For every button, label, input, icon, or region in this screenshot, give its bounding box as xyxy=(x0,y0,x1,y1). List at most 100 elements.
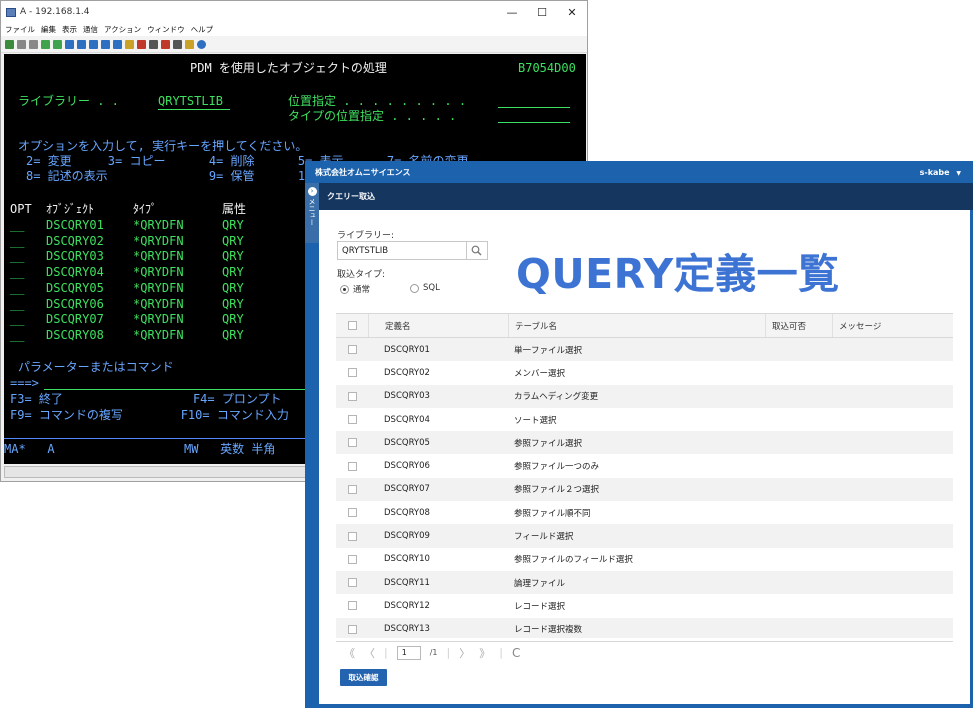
table-row[interactable]: DSCQRY12 レコード選択 xyxy=(336,594,953,618)
toolbar-copy-icon[interactable] xyxy=(17,39,26,49)
row-checkbox[interactable] xyxy=(347,391,357,401)
first-page-icon[interactable]: 《 xyxy=(344,645,355,661)
col-name[interactable]: 定義名 xyxy=(368,314,508,337)
type-position-label: タイプの位置指定 . . . . . xyxy=(288,109,457,123)
opt-field[interactable]: __ xyxy=(10,297,24,312)
table-row[interactable]: DSCQRY05 参照ファイル選択 xyxy=(336,431,953,455)
menu-help[interactable]: ヘルプ xyxy=(191,24,214,35)
table-row[interactable]: DSCQRY08 参照ファイル順不同 xyxy=(336,501,953,525)
table-row[interactable]: DSCQRY01 単一ファイル選択 xyxy=(336,338,953,362)
table-row[interactable]: DSCQRY07 参照ファイル２つ選択 xyxy=(336,477,953,502)
opt-field[interactable]: __ xyxy=(10,281,24,296)
col-importable[interactable]: 取込可否 xyxy=(765,314,832,337)
toolbar-display-icon[interactable] xyxy=(77,39,86,49)
row-checkbox[interactable] xyxy=(347,484,357,494)
col-table[interactable]: テーブル名 xyxy=(508,314,765,337)
next-page-icon[interactable]: 〉 xyxy=(459,645,470,661)
row-checkbox[interactable] xyxy=(347,554,357,564)
row-checkbox[interactable] xyxy=(347,624,357,634)
row-checkbox[interactable] xyxy=(347,345,357,355)
type-position-field[interactable] xyxy=(498,109,570,123)
toolbar-settings-icon[interactable] xyxy=(101,39,110,49)
table-row[interactable]: DSCQRY04 ソート選択 xyxy=(336,407,953,432)
opt-field[interactable]: __ xyxy=(10,234,24,249)
user-name: s-kabe xyxy=(919,167,950,177)
last-page-icon[interactable]: 》 xyxy=(479,645,490,661)
toolbar-help-icon[interactable] xyxy=(197,39,206,49)
table-row[interactable]: DSCQRY02 メンバー選択 xyxy=(336,361,953,385)
close-button[interactable]: ✕ xyxy=(557,1,587,23)
opt-field[interactable]: __ xyxy=(10,312,24,327)
table-row[interactable]: DSCQRY11 論理ファイル xyxy=(336,570,953,595)
options-row-2: 8= 記述の表示 9= 保管 10= 復元 xyxy=(26,169,351,183)
import-confirm-button[interactable]: 取込確認 xyxy=(340,669,387,686)
library-input[interactable] xyxy=(338,245,466,256)
table-row[interactable]: DSCQRY10 参照ファイルのフィールド選択 xyxy=(336,547,953,571)
menu-comm[interactable]: 通信 xyxy=(83,24,98,35)
row-importable xyxy=(765,408,832,431)
table-row[interactable]: DSCQRY13 レコード選択複数 xyxy=(336,617,953,638)
refresh-icon[interactable]: C xyxy=(512,646,520,660)
opt-field[interactable]: __ xyxy=(10,265,24,280)
cmd-prompt: ===> xyxy=(10,376,39,390)
search-icon[interactable] xyxy=(466,242,486,259)
row-table: 参照ファイル２つ選択 xyxy=(514,485,600,496)
row-checkbox[interactable] xyxy=(347,415,357,425)
row-checkbox[interactable] xyxy=(347,578,357,588)
row-checkbox[interactable] xyxy=(347,601,357,611)
radio-normal[interactable]: 通常 xyxy=(340,283,370,295)
page-number-input[interactable]: 1 xyxy=(396,645,421,660)
object-attr: QRY xyxy=(222,218,244,232)
toolbar-transfer-icon[interactable] xyxy=(173,39,182,49)
terminal-title: A - 192.168.1.4 xyxy=(20,7,90,17)
opt-field[interactable]: __ xyxy=(10,249,24,264)
row-table: メンバー選択 xyxy=(514,368,566,379)
toolbar-play-icon[interactable] xyxy=(149,39,158,49)
prev-page-icon[interactable]: 〈 xyxy=(364,645,375,661)
opt-field[interactable]: __ xyxy=(10,218,24,233)
object-name: DSCQRY07 xyxy=(46,312,104,327)
toolbar-keyboard-icon[interactable] xyxy=(113,39,122,49)
row-checkbox[interactable] xyxy=(347,438,357,448)
toolbar-print-icon[interactable] xyxy=(65,39,74,49)
table-row[interactable]: DSCQRY09 フィールド選択 xyxy=(336,524,953,548)
table-row[interactable]: DSCQRY06 参照ファイル一つのみ xyxy=(336,454,953,478)
row-importable xyxy=(765,478,832,501)
query-grid: 定義名 テーブル名 取込可否 メッセージ DSCQRY01 単一ファイル選択 DS… xyxy=(336,313,953,638)
radio-sql[interactable]: SQL xyxy=(410,283,440,293)
toolbar-session-icon[interactable] xyxy=(89,39,98,49)
object-attr: QRY xyxy=(222,312,244,327)
toolbar-record-icon[interactable] xyxy=(137,39,146,49)
minimize-button[interactable]: — xyxy=(497,1,527,23)
user-menu[interactable]: s-kabe ▼ xyxy=(920,168,961,177)
row-checkbox[interactable] xyxy=(347,461,357,471)
menu-window[interactable]: ウィンドウ xyxy=(147,24,185,35)
page-breadcrumb: クエリー取込 xyxy=(319,183,973,210)
toolbar-paste-icon[interactable] xyxy=(29,39,38,49)
library-field[interactable]: QRYTSTLIB xyxy=(158,94,230,110)
object-name: DSCQRY08 xyxy=(46,327,104,342)
toolbar-macro-icon[interactable] xyxy=(125,39,134,49)
table-row[interactable]: DSCQRY03 カラムヘディング変更 xyxy=(336,384,953,408)
col-attr: 属性 xyxy=(222,202,247,216)
opt-field[interactable]: __ xyxy=(10,328,24,343)
side-menu-tab[interactable]: › メニュー xyxy=(305,183,319,243)
menu-file[interactable]: ファイル xyxy=(5,24,35,35)
toolbar-download-icon[interactable] xyxy=(53,39,62,49)
toolbar-stop-icon[interactable] xyxy=(161,39,170,49)
row-checkbox[interactable] xyxy=(347,508,357,518)
screen-id: B7054D00 xyxy=(518,61,576,75)
select-all-checkbox[interactable] xyxy=(347,321,357,330)
position-field[interactable] xyxy=(498,94,570,108)
row-name: DSCQRY02 xyxy=(384,367,430,378)
row-checkbox[interactable] xyxy=(347,368,357,378)
col-message[interactable]: メッセージ xyxy=(832,314,953,337)
maximize-button[interactable]: ☐ xyxy=(527,1,557,23)
menu-edit[interactable]: 編集 xyxy=(41,24,56,35)
toolbar-connect-icon[interactable] xyxy=(5,39,14,49)
menu-view[interactable]: 表示 xyxy=(62,24,77,35)
toolbar-upload-icon[interactable] xyxy=(41,39,50,49)
row-checkbox[interactable] xyxy=(347,531,357,541)
toolbar-note-icon[interactable] xyxy=(185,39,194,49)
menu-action[interactable]: アクション xyxy=(104,24,141,35)
